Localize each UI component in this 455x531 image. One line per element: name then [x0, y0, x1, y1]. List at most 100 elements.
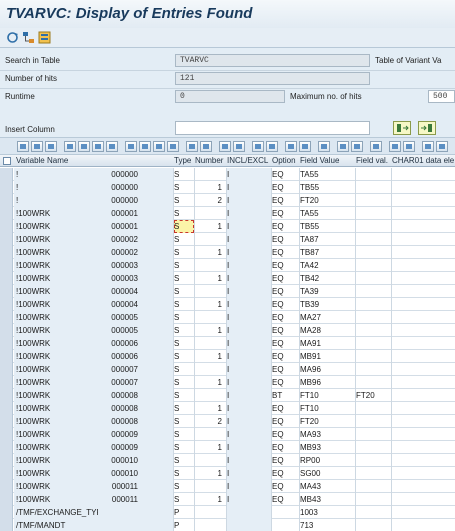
insert-column-button[interactable] — [393, 121, 411, 135]
total-button[interactable] — [106, 141, 118, 152]
details-button[interactable] — [17, 141, 29, 152]
table-row[interactable]: !100WRK 000001 S I EQ TA55 — [0, 207, 455, 220]
row-selector[interactable] — [0, 454, 13, 467]
col-field-val[interactable]: Field val. — [356, 156, 390, 165]
row-selector[interactable] — [0, 259, 13, 272]
col-type[interactable]: Type — [174, 156, 194, 165]
filter-button[interactable] — [92, 141, 104, 152]
table-row[interactable]: !100WRK 000005 S I EQ MA27 — [0, 311, 455, 324]
sum-button[interactable] — [285, 141, 297, 152]
table-row[interactable]: ! 000000 S 1 I EQ TB55 — [0, 181, 455, 194]
print-button[interactable] — [125, 141, 137, 152]
abc-analysis-button[interactable] — [219, 141, 231, 152]
select-layout-button[interactable] — [186, 141, 198, 152]
table-row[interactable]: /TMF/MANDT P 713 — [0, 519, 455, 531]
row-selector[interactable] — [0, 519, 13, 531]
row-selector[interactable] — [0, 181, 13, 194]
table-row[interactable]: !100WRK 000004 S 1 I EQ TB39 — [0, 298, 455, 311]
insert-column-after-button[interactable] — [418, 121, 436, 135]
table-row[interactable]: !100WRK 000007 S I EQ MA96 — [0, 363, 455, 376]
table-row[interactable]: !100WRK 000006 S 1 I EQ MB91 — [0, 350, 455, 363]
table-row[interactable]: !100WRK 000002 S 1 I EQ TB87 — [0, 246, 455, 259]
table-row[interactable]: !100WRK 000011 S I EQ MA43 — [0, 480, 455, 493]
row-selector[interactable] — [0, 389, 13, 402]
row-selector[interactable] — [0, 324, 13, 337]
table-row[interactable]: !100WRK 000005 S 1 I EQ MA28 — [0, 324, 455, 337]
row-selector[interactable] — [0, 337, 13, 350]
column-divider — [355, 415, 356, 428]
row-selector[interactable] — [0, 428, 13, 441]
save-layout-button[interactable] — [200, 141, 212, 152]
row-selector[interactable] — [0, 194, 13, 207]
col-incl-excl[interactable]: INCL/EXCL — [227, 156, 271, 165]
layout-button[interactable] — [167, 141, 179, 152]
table-row[interactable]: !100WRK 000003 S I EQ TA42 — [0, 259, 455, 272]
table-row[interactable]: !100WRK 000010 S 1 I EQ SG00 — [0, 467, 455, 480]
table-row[interactable]: !100WRK 000008 S 2 I EQ FT20 — [0, 415, 455, 428]
table-row[interactable]: !100WRK 000008 S 1 I EQ FT10 — [0, 402, 455, 415]
table-row[interactable]: !100WRK 000007 S 1 I EQ MB96 — [0, 376, 455, 389]
max-hits-input[interactable]: 500 — [428, 90, 455, 103]
details-icon[interactable] — [38, 31, 51, 44]
row-selector[interactable] — [0, 168, 13, 181]
choose-button[interactable] — [422, 141, 434, 152]
graphic-button[interactable] — [233, 141, 245, 152]
row-selector[interactable] — [0, 298, 13, 311]
row-selector[interactable] — [0, 493, 13, 506]
sort-descending-button[interactable] — [45, 141, 57, 152]
info-button[interactable] — [436, 141, 448, 152]
find-button[interactable] — [64, 141, 76, 152]
row-selector[interactable] — [0, 207, 13, 220]
local-file-button[interactable] — [370, 141, 382, 152]
col-option[interactable]: Option — [272, 156, 298, 165]
table-row[interactable]: !100WRK 000011 S 1 I EQ MB43 — [0, 493, 455, 506]
row-selector[interactable] — [0, 402, 13, 415]
table-row[interactable]: !100WRK 000009 S 1 I EQ MB93 — [0, 441, 455, 454]
sort-ascending-button[interactable] — [31, 141, 43, 152]
word-button[interactable] — [351, 141, 363, 152]
table-row[interactable]: !100WRK 000010 S I EQ RP00 — [0, 454, 455, 467]
table-view-button[interactable] — [403, 141, 415, 152]
select-all-icon[interactable] — [3, 157, 11, 165]
col-char01[interactable]: CHAR01 data ele — [392, 156, 455, 165]
col-number[interactable]: Number — [195, 156, 226, 165]
table-row[interactable]: ! 000000 S 2 I EQ FT20 — [0, 194, 455, 207]
row-selector[interactable] — [0, 467, 13, 480]
row-selector[interactable] — [0, 233, 13, 246]
col-variable-name[interactable]: Variable Name — [16, 156, 173, 165]
row-selector[interactable] — [0, 285, 13, 298]
row-selector[interactable] — [0, 363, 13, 376]
find-next-button[interactable] — [78, 141, 90, 152]
table-row[interactable]: !100WRK 000009 S I EQ MA93 — [0, 428, 455, 441]
table-row[interactable]: /TMF/EXCHANGE_TYPE P 1003 — [0, 506, 455, 519]
binoculars-button[interactable] — [252, 141, 264, 152]
insert-column-input[interactable] — [175, 121, 370, 135]
row-selector[interactable] — [0, 415, 13, 428]
table-row[interactable]: !100WRK 000003 S 1 I EQ TB42 — [0, 272, 455, 285]
hierarchy-icon[interactable] — [22, 31, 35, 44]
export-button[interactable] — [153, 141, 165, 152]
row-selector[interactable] — [0, 506, 13, 519]
col-field-value[interactable]: Field Value — [300, 156, 354, 165]
row-selector[interactable] — [0, 480, 13, 493]
mail-button[interactable] — [389, 141, 401, 152]
row-selector[interactable] — [0, 441, 13, 454]
row-selector[interactable] — [0, 350, 13, 363]
print-preview-button[interactable] — [318, 141, 330, 152]
table-row[interactable]: !100WRK 000004 S I EQ TA39 — [0, 285, 455, 298]
refresh-icon[interactable] — [6, 31, 19, 44]
views-button[interactable] — [139, 141, 151, 152]
table-row[interactable]: !100WRK 000006 S I EQ MA91 — [0, 337, 455, 350]
row-selector[interactable] — [0, 246, 13, 259]
table-row[interactable]: !100WRK 000008 S I BT FT10 FT20 — [0, 389, 455, 402]
row-selector[interactable] — [0, 376, 13, 389]
row-selector[interactable] — [0, 311, 13, 324]
funnel-button[interactable] — [266, 141, 278, 152]
table-row[interactable]: !100WRK 000002 S I EQ TA87 — [0, 233, 455, 246]
table-row[interactable]: ! 000000 S I EQ TA55 — [0, 168, 455, 181]
row-selector[interactable] — [0, 220, 13, 233]
row-selector[interactable] — [0, 272, 13, 285]
table-row[interactable]: !100WRK 000001 S 1 I EQ TB55 — [0, 220, 455, 233]
spreadsheet-button[interactable] — [337, 141, 349, 152]
subtotal-button[interactable] — [299, 141, 311, 152]
